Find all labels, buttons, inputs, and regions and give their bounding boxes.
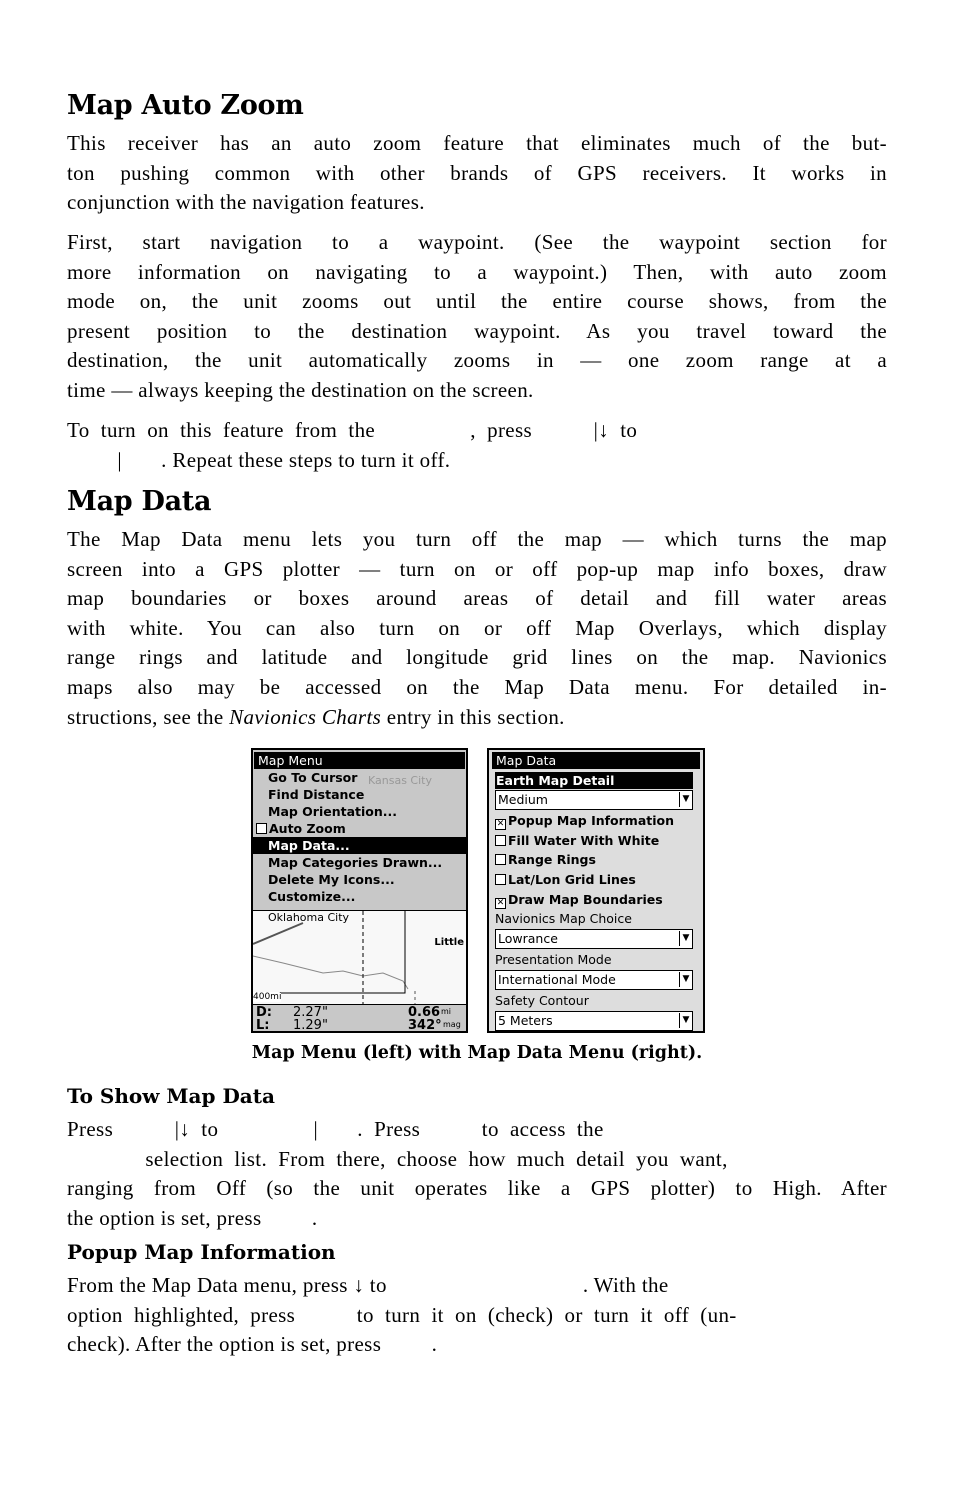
text-line: more information on navigating to a wayp… [67,259,887,284]
map-label-city: Kansas City [368,774,432,787]
checkbox-draw-map-boundaries[interactable]: ✕ Draw Map Boundaries [489,890,703,910]
text-line: range rings and latitude and longitude g… [67,645,887,670]
safety-contour-dropdown[interactable]: 5 Meters ▼ [495,1011,693,1031]
menu-item-go-to-cursor[interactable]: Go To Cursor [253,769,466,786]
checkbox-label: Popup Map Information [508,813,675,828]
map-view[interactable]: Oklahoma City Little 400mi [253,910,466,1004]
menu-item-customize[interactable]: Customize... [253,888,466,905]
text-line: This receiver has an auto zoom feature t… [67,131,887,155]
dropdown-arrow-icon: ▼ [679,931,692,947]
text-line: the option is set, press . [67,1205,318,1230]
bearing: 342° [408,1018,442,1033]
text-fragment: entry in this section. [381,704,565,729]
dropdown-value: 5 Meters [498,1013,553,1029]
menu-item-delete-icons[interactable]: Delete My Icons... [253,871,466,888]
dropdown-value: Medium [498,792,548,807]
checkbox-icon[interactable] [256,823,267,834]
paragraph-auto-zoom-intro: This receiver has an auto zoom feature t… [67,129,887,218]
map-menu-title: Map Menu [254,752,465,769]
safety-contour-label: Safety Contour [495,993,589,1009]
checkbox-range-rings[interactable]: Range Rings [489,850,703,870]
paragraph-popup-map-info: From the Map Data menu, press ↓ to . Wit… [67,1271,887,1360]
checked-box-icon[interactable]: ✕ [495,819,506,830]
text-line: From the Map Data menu, press ↓ to . Wit… [67,1273,669,1297]
earth-map-detail-dropdown[interactable]: Medium ▼ [495,790,693,810]
map-label-city: Oklahoma City [268,911,350,924]
text-line: Press |↓ to | . Press to access the [67,1117,604,1141]
dropdown-arrow-icon: ▼ [679,972,692,988]
text-line: First, start navigation to a waypoint. (… [67,230,887,254]
text-fragment: structions, see the [67,704,230,729]
dropdown-arrow-icon: ▼ [679,1013,692,1029]
navionics-map-choice-label: Navionics Map Choice [495,911,632,927]
checkbox-label: Fill Water With White [508,832,660,848]
text-line: time — always keeping the destination on… [67,377,534,402]
text-line: selection list. From there, choose how m… [67,1146,728,1171]
navionics-map-choice-dropdown[interactable]: Lowrance ▼ [495,929,693,950]
heading-popup-map-information: Popup Map Information [67,1240,336,1264]
menu-item-find-distance[interactable]: Find Distance [253,786,466,803]
checkbox-label: Draw Map Boundaries [508,891,663,907]
text-line: present position to the destination wayp… [67,318,887,343]
map-data-title: Map Data [492,752,700,769]
text-line: The Map Data menu lets you turn off the … [67,527,887,551]
presentation-mode-label: Presentation Mode [495,952,612,968]
l-label: L: [256,1018,270,1033]
menu-item-map-data[interactable]: Map Data... [253,837,466,854]
checkbox-lat-lon-grid[interactable]: Lat/Lon Grid Lines [489,870,703,890]
presentation-mode-dropdown[interactable]: International Mode ▼ [495,970,693,991]
menu-item-map-orientation[interactable]: Map Orientation... [253,803,466,820]
trip-distance-unit: mi [441,1007,452,1016]
checkbox-label: Lat/Lon Grid Lines [508,872,636,888]
text-line: conjunction with the navigation features… [67,190,425,215]
map-lines [253,911,416,1004]
status-bar: D: 2.27" L: 1.29" 0.66 mi 342° mag [253,1004,466,1033]
text-line: ton pushing common with other brands of … [67,160,887,185]
manual-page: Map Auto Zoom This receiver has an auto … [0,0,954,1487]
bearing-unit: mag [443,1020,461,1029]
map-label-city: Little [434,937,464,948]
dropdown-value: Lowrance [498,931,558,947]
l-value: 1.29" [293,1018,328,1033]
text-line: maps also may be accessed on the Map Dat… [67,674,887,699]
checkbox-popup-map-information[interactable]: ✕ Popup Map Information [489,811,703,831]
text-line: ranging from Off (so the unit operates l… [67,1176,887,1201]
paragraph-auto-zoom-steps: To turn on this feature from the , press… [67,416,887,475]
text-line: | . Repeat these steps to turn it off. [67,447,451,472]
text-line: with white. You can also turn on or off … [67,615,887,640]
checkbox-fill-water[interactable]: Fill Water With White [489,831,703,851]
heading-map-data: Map Data [67,486,212,517]
text-line: map boundaries or boxes around areas of … [67,586,887,611]
map-scale: 400mi [253,992,282,1002]
heading-map-auto-zoom: Map Auto Zoom [67,90,304,121]
earth-map-detail-label: Earth Map Detail [495,772,693,789]
italic-reference: Navionics Charts [229,704,382,729]
text-line: mode on, the unit zooms out until the en… [67,289,887,314]
heading-to-show-map-data: To Show Map Data [67,1084,275,1108]
map-menu-screenshot: Map Menu Go To Cursor Find Distance Map … [251,748,468,1033]
menu-item-map-categories[interactable]: Map Categories Drawn... [253,854,466,871]
text-line: destination, the unit automatically zoom… [67,348,887,373]
dropdown-arrow-icon: ▼ [679,792,692,807]
checkbox-icon[interactable] [495,854,506,866]
map-data-screenshot: Map Data Earth Map Detail Medium ▼ ✕ Popup… [487,748,705,1033]
paragraph-map-data: The Map Data menu lets you turn off the … [67,525,887,732]
dropdown-value: International Mode [498,972,616,988]
menu-item-auto-zoom[interactable]: Auto Zoom [253,820,466,837]
figure-caption: Map Menu (left) with Map Data Menu (righ… [251,1043,703,1063]
checkbox-icon[interactable] [495,874,506,886]
paragraph-auto-zoom-how: First, start navigation to a waypoint. (… [67,228,887,406]
paragraph-show-map-data: Press |↓ to | . Press to access the sele… [67,1115,887,1233]
text-line: screen into a GPS plotter — turn on or o… [67,556,887,581]
checkbox-label: Range Rings [508,852,596,868]
menu-item-label: Auto Zoom [269,821,346,836]
text-line: option highlighted, press to turn it on … [67,1302,737,1327]
checkbox-icon[interactable] [495,834,506,846]
text-line: check). After the option is set, press . [67,1332,438,1357]
text-line: To turn on this feature from the , press… [67,418,638,442]
checked-box-icon[interactable]: ✕ [495,897,506,909]
text-line: structions, see the Navionics Charts ent… [67,703,887,733]
